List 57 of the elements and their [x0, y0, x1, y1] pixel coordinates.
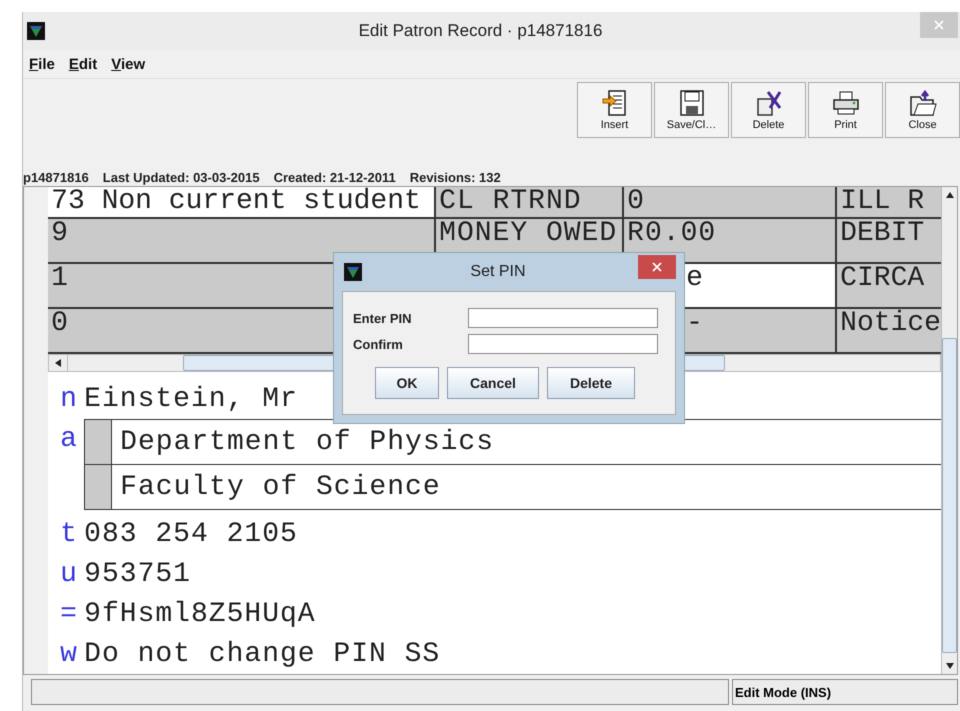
table-cell: Notice [837, 309, 941, 354]
table-cell: ILL R [837, 187, 941, 219]
close-icon [652, 262, 662, 272]
table-cell: CIRCA [837, 264, 941, 309]
table-cell: 9 [48, 219, 436, 264]
table-cell: DEBIT [837, 219, 941, 264]
field-value: Do not change PIN SS [84, 638, 440, 670]
record-info: p14871816 [23, 170, 89, 186]
field-value: 953751 [84, 558, 191, 590]
printer-icon [832, 92, 858, 114]
close-button[interactable] [638, 255, 676, 279]
toolbar-button[interactable]: Delete [731, 82, 806, 138]
record-info: Created: 21-12-2011 [274, 170, 396, 186]
table-cell: 73 Non current student [48, 187, 436, 219]
toolbar-button[interactable]: Save/Cl… [654, 82, 729, 138]
field-tag: = [48, 598, 84, 630]
field-label: Enter PIN [353, 310, 413, 326]
edit-mode-status: Edit Mode (INS) [732, 679, 958, 705]
table-cell: CL RTRND [436, 187, 624, 219]
table-cell: R0.00 [624, 219, 838, 264]
dialog-title: Set PIN [469, 263, 527, 281]
up-arrow-icon[interactable] [946, 192, 954, 198]
record-info: Last Updated: 03-03-2015 [102, 170, 260, 186]
field-tag: a [48, 419, 84, 459]
field-tag: w [48, 638, 84, 670]
dialog-button[interactable]: Cancel [447, 367, 539, 399]
field-label: Confirm [353, 336, 404, 352]
toolbar-button[interactable]: Close [885, 82, 960, 138]
close-icon [934, 20, 944, 30]
folder-arrow-icon [910, 90, 936, 116]
dialog-button[interactable]: Delete [547, 367, 635, 399]
vertical-scrollbar[interactable] [941, 187, 957, 674]
left-arrow-icon[interactable] [55, 359, 62, 367]
table-cell: 0 [624, 187, 838, 219]
menu-item[interactable]: File [29, 56, 55, 72]
app-logo-icon [344, 263, 362, 281]
toolbar-button[interactable]: Print [808, 82, 883, 138]
menu-item[interactable]: View [111, 56, 146, 72]
field-tag: u [48, 558, 84, 590]
folder-cross-icon [756, 90, 781, 116]
field-tag: n [48, 384, 84, 414]
field-tag: t [48, 518, 84, 550]
field-value: 9fHsml8Z5HUqA [84, 598, 316, 630]
field-value[interactable]: Faculty of Science [112, 465, 941, 509]
document-arrow-icon [602, 90, 626, 116]
field-value: 083 254 2105 [84, 518, 298, 550]
field-value[interactable]: Department of Physics [112, 420, 941, 464]
pin-field[interactable] [468, 334, 658, 354]
field-value: Einstein, Mr [84, 384, 298, 414]
app-logo-icon [27, 22, 45, 40]
down-arrow-icon[interactable] [946, 663, 954, 669]
menu-item[interactable]: Edit [68, 56, 98, 72]
dialog-button[interactable]: OK [375, 367, 439, 399]
toolbar-button[interactable]: Insert [577, 82, 652, 138]
record-info: Revisions: 132 [410, 170, 501, 186]
window-title: Edit Patron Record · p14871816 [358, 21, 604, 41]
pin-field[interactable] [468, 308, 658, 328]
